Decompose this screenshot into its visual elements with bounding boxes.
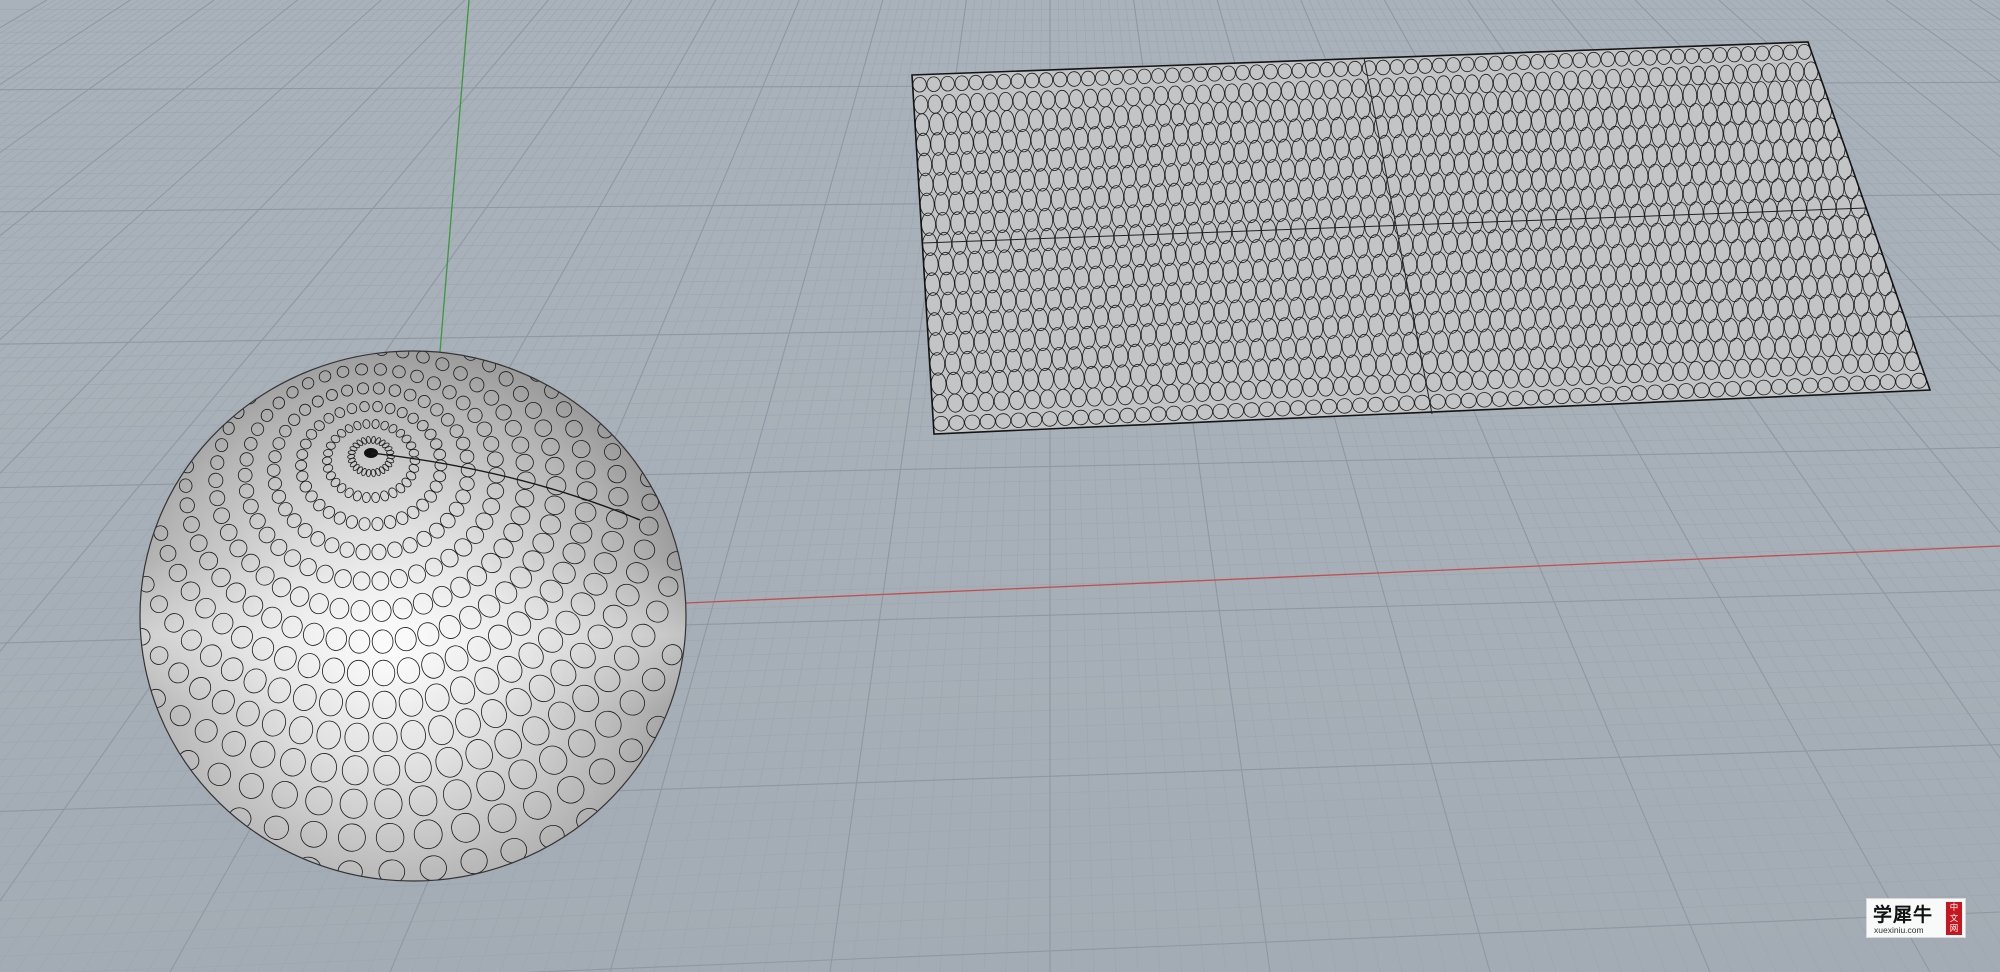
grid-line xyxy=(67,894,2000,972)
watermark-logo: 学犀牛 xuexiniu.com 中 文 网 xyxy=(1866,898,1966,938)
sphere-highlight-band xyxy=(140,560,686,710)
viewport-scene[interactable] xyxy=(0,0,2000,972)
sphere[interactable] xyxy=(130,335,690,884)
watermark-brand: 学犀牛 xyxy=(1873,904,1934,926)
watermark-badge-char: 网 xyxy=(1949,924,1959,934)
grid-line xyxy=(741,0,934,972)
grid-line xyxy=(0,18,2000,22)
grid-line xyxy=(0,0,48,29)
grid-line xyxy=(0,0,56,34)
grid-line xyxy=(719,0,925,972)
grid-line xyxy=(1927,0,2000,50)
planar-surface[interactable] xyxy=(911,41,1932,435)
watermark-url: xuexiniu.com xyxy=(1874,925,1924,935)
watermark-badge: 中 文 网 xyxy=(1946,902,1962,935)
watermark-badge-char: 文 xyxy=(1949,913,1959,924)
grid-line xyxy=(653,0,900,972)
grid-line xyxy=(1852,0,2000,110)
grid-line xyxy=(631,0,892,972)
perspective-viewport[interactable]: 学犀牛 xuexiniu.com 中 文 网 xyxy=(0,0,2000,972)
grid-line xyxy=(1877,0,2000,89)
grid-line xyxy=(1835,0,2000,125)
grid-line xyxy=(1961,0,2000,26)
grid-line xyxy=(1894,0,2000,75)
grid-line xyxy=(0,29,2000,33)
grid-line xyxy=(1986,0,2000,10)
grid-line xyxy=(1818,0,2000,141)
grid-line xyxy=(0,8,2000,11)
sphere-panel xyxy=(353,351,367,356)
grid-line xyxy=(1944,0,2000,38)
grid-line xyxy=(1969,0,2000,21)
world-x-axis xyxy=(685,545,2000,604)
grid-line xyxy=(1902,0,2000,69)
world-y-axis xyxy=(439,0,470,353)
watermark-badge-char: 中 xyxy=(1949,903,1959,913)
